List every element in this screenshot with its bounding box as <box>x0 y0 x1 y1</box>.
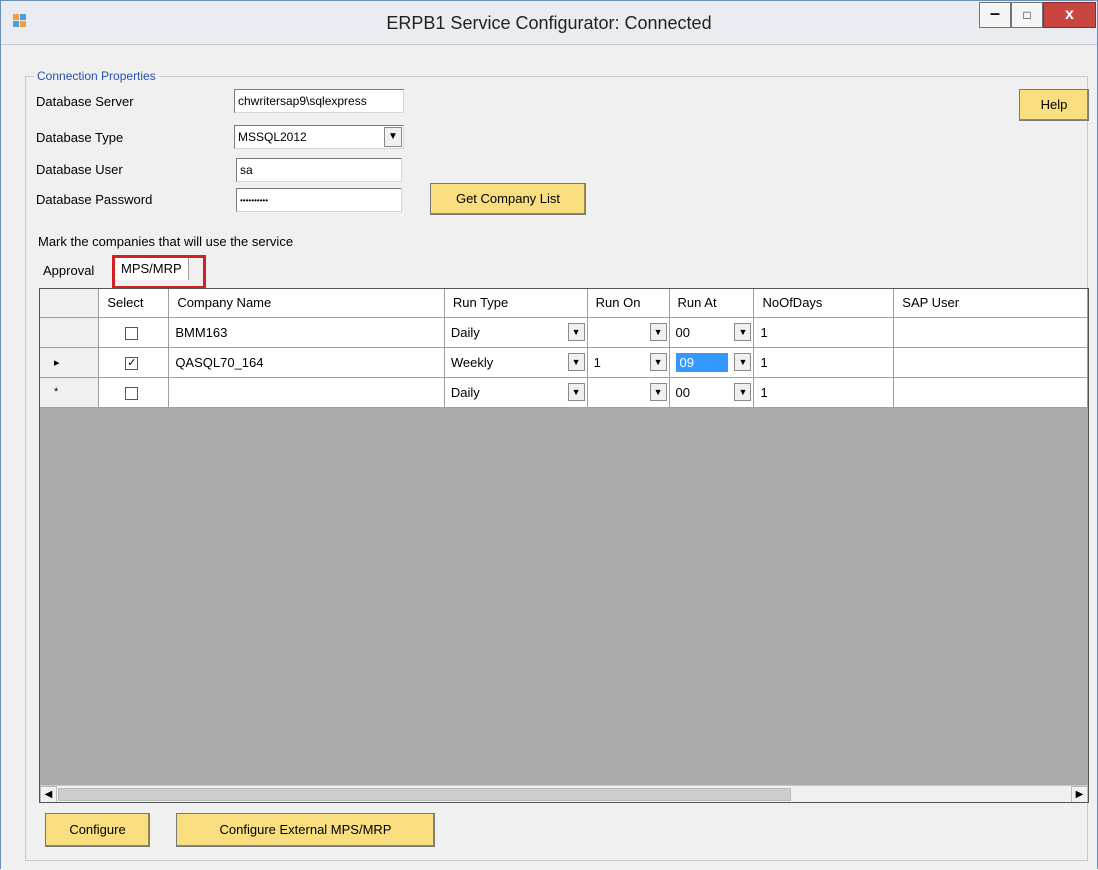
run-at-cell[interactable]: 00 ▼ <box>669 317 755 348</box>
select-checkbox[interactable] <box>125 326 139 340</box>
company-grid[interactable]: Select Company Name Run Type Run On Run … <box>39 288 1089 803</box>
database-user-label: Database User <box>36 162 123 177</box>
database-type-value: MSSQL2012 <box>238 130 307 144</box>
connection-group-label: Connection Properties <box>34 69 159 83</box>
main-window: ERPB1 Service Configurator: Connected – … <box>0 0 1098 870</box>
run-type-value: Weekly <box>450 354 494 370</box>
row-indicator[interactable]: * <box>40 377 100 408</box>
no-of-days-cell[interactable]: 1 <box>753 377 895 408</box>
chevron-down-icon[interactable]: ▼ <box>734 382 752 401</box>
column-header-run-on[interactable]: Run On <box>587 289 670 318</box>
table-row[interactable]: BMM163 Daily ▼ ▼ 00 ▼ 1 <box>40 317 1088 348</box>
horizontal-scrollbar[interactable]: ◀ ▶ <box>40 785 1088 802</box>
chevron-down-icon[interactable]: ▼ <box>734 352 752 371</box>
chevron-down-icon[interactable]: ▼ <box>649 382 667 401</box>
select-cell[interactable] <box>98 377 170 408</box>
minimize-icon[interactable]: – <box>979 2 1011 28</box>
database-type-select[interactable]: MSSQL2012 ▼ <box>234 125 404 149</box>
column-header-select[interactable]: Select <box>98 289 170 318</box>
run-on-value: 1 <box>593 354 601 370</box>
select-cell[interactable] <box>98 317 170 348</box>
help-button[interactable]: Help <box>1019 89 1089 121</box>
chevron-down-icon[interactable]: ▼ <box>567 352 585 371</box>
no-of-days-cell[interactable]: 1 <box>753 317 895 348</box>
row-indicator[interactable] <box>40 317 100 348</box>
database-server-label: Database Server <box>36 94 134 109</box>
company-name-cell[interactable]: BMM163 <box>168 317 445 348</box>
company-name-cell[interactable] <box>168 377 445 408</box>
database-type-label: Database Type <box>36 130 124 145</box>
select-checkbox[interactable] <box>125 386 139 400</box>
tab-highlight-marker <box>112 255 206 289</box>
chevron-down-icon[interactable]: ▼ <box>567 322 585 341</box>
scrollbar-thumb[interactable] <box>58 788 791 801</box>
run-on-cell[interactable]: 1 ▼ <box>587 347 670 378</box>
company-name-cell[interactable]: QASQL70_164 <box>168 347 445 378</box>
chevron-down-icon[interactable]: ▼ <box>567 382 585 401</box>
table-row[interactable]: ▸ ✓ QASQL70_164 Weekly ▼ 1 ▼ 09 ▼ 1 <box>40 347 1088 378</box>
run-type-value: Daily <box>450 324 480 340</box>
company-table: Select Company Name Run Type Run On Run … <box>40 289 1088 408</box>
run-at-cell[interactable]: 00 ▼ <box>669 377 755 408</box>
run-on-cell[interactable]: ▼ <box>587 317 670 348</box>
run-type-cell[interactable]: Daily ▼ <box>444 317 588 348</box>
configure-button[interactable]: Configure <box>45 813 150 847</box>
column-header-run-type[interactable]: Run Type <box>444 289 588 318</box>
sap-user-cell[interactable] <box>893 347 1088 378</box>
run-on-cell[interactable]: ▼ <box>587 377 670 408</box>
database-password-input[interactable]: •••••••••• <box>236 188 402 212</box>
column-header-company-name[interactable]: Company Name <box>168 289 445 318</box>
run-at-cell[interactable]: 09 ▼ <box>669 347 755 378</box>
chevron-down-icon[interactable]: ▼ <box>734 322 752 341</box>
client-area: Connection Properties Database Server ch… <box>1 46 1097 870</box>
run-at-value: 00 <box>675 324 691 340</box>
title-bar[interactable]: ERPB1 Service Configurator: Connected – … <box>1 1 1097 45</box>
database-server-input[interactable]: chwritersap9\sqlexpress <box>234 89 404 113</box>
run-at-value: 09 <box>675 352 728 372</box>
run-at-value: 00 <box>675 384 691 400</box>
chevron-down-icon[interactable]: ▼ <box>649 352 667 371</box>
column-header-sap-user[interactable]: SAP User <box>893 289 1088 318</box>
configure-external-button[interactable]: Configure External MPS/MRP <box>176 813 435 847</box>
maximize-icon[interactable]: □ <box>1011 2 1043 28</box>
select-cell[interactable]: ✓ <box>98 347 170 378</box>
select-checkbox[interactable]: ✓ <box>125 356 139 370</box>
tab-approval[interactable]: Approval <box>43 263 94 278</box>
instruction-text: Mark the companies that will use the ser… <box>38 234 294 249</box>
window-title: ERPB1 Service Configurator: Connected <box>386 13 712 33</box>
close-icon[interactable]: x <box>1043 2 1096 28</box>
run-type-cell[interactable]: Daily ▼ <box>444 377 588 408</box>
chevron-down-icon[interactable]: ▼ <box>649 322 667 341</box>
run-type-cell[interactable]: Weekly ▼ <box>444 347 588 378</box>
database-user-input[interactable]: sa <box>236 158 402 182</box>
scroll-left-icon[interactable]: ◀ <box>40 786 57 802</box>
chevron-down-icon[interactable]: ▼ <box>384 127 402 147</box>
table-row[interactable]: * Daily ▼ ▼ 00 ▼ 1 <box>40 377 1088 408</box>
scroll-right-icon[interactable]: ▶ <box>1071 786 1088 802</box>
get-company-list-button[interactable]: Get Company List <box>430 183 586 215</box>
grid-header-row: Select Company Name Run Type Run On Run … <box>40 289 1088 318</box>
no-of-days-cell[interactable]: 1 <box>753 347 895 378</box>
row-header-corner <box>40 289 100 318</box>
run-type-value: Daily <box>450 384 480 400</box>
database-password-label: Database Password <box>36 192 153 207</box>
column-header-run-at[interactable]: Run At <box>669 289 755 318</box>
column-header-no-of-days[interactable]: NoOfDays <box>753 289 895 318</box>
row-indicator[interactable]: ▸ <box>40 347 100 378</box>
sap-user-cell[interactable] <box>893 317 1088 348</box>
sap-user-cell[interactable] <box>893 377 1088 408</box>
